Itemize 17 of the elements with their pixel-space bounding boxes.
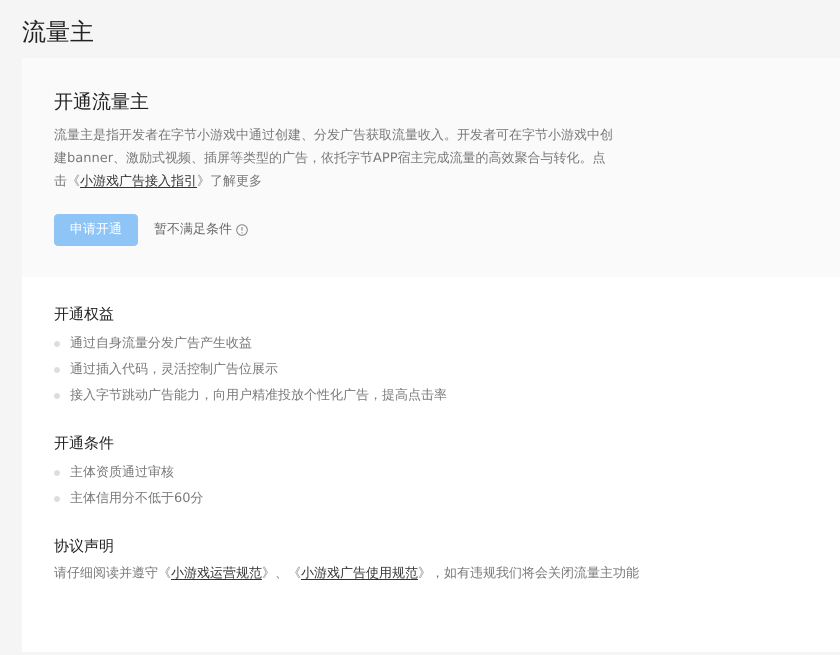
list-item-text: 通过自身流量分发广告产生收益 [70,335,252,354]
description-text: 流量主是指开发者在字节小游戏中通过创建、分发广告获取流量收入。开发者可在字节小游戏中创建banner、激励式视频、插屏等类型的广告，依托字节APP宿主完成流量的高效聚合与转化。点击《小游戏广告接入指引》了解更多 [54,127,614,191]
section-title: 开通条件 [54,433,115,454]
list-item-text: 接入字节跳动广告能力，向用户精准投放个性化广告，提高点击率 [70,387,447,406]
list-item-text: 主体资质通过审核 [70,464,174,482]
section-title: 开通权益 [54,304,115,325]
info-icon [236,224,248,236]
section-title: 协议声明 [54,536,115,557]
page-title: 流量主 [21,17,95,48]
list-item-text: 通过插入代码，灵活控制广告位展示 [70,361,278,380]
description-text: 请仔细阅读并遵守《小游戏运营规范》、《小游戏广告使用规范》，如有违规我们将会关闭流量主功能 [54,565,640,583]
guide-link[interactable]: 小游戏运营规范 [171,566,262,581]
intro-title: 开通流量主 [54,90,150,115]
condition-note: 暂不满足条件 [154,221,232,240]
guide-link[interactable]: 小游戏广告接入指引 [80,174,197,189]
list-item-text: 主体信用分不低于60分 [70,490,204,508]
guide-link[interactable]: 小游戏广告使用规范 [301,566,418,581]
